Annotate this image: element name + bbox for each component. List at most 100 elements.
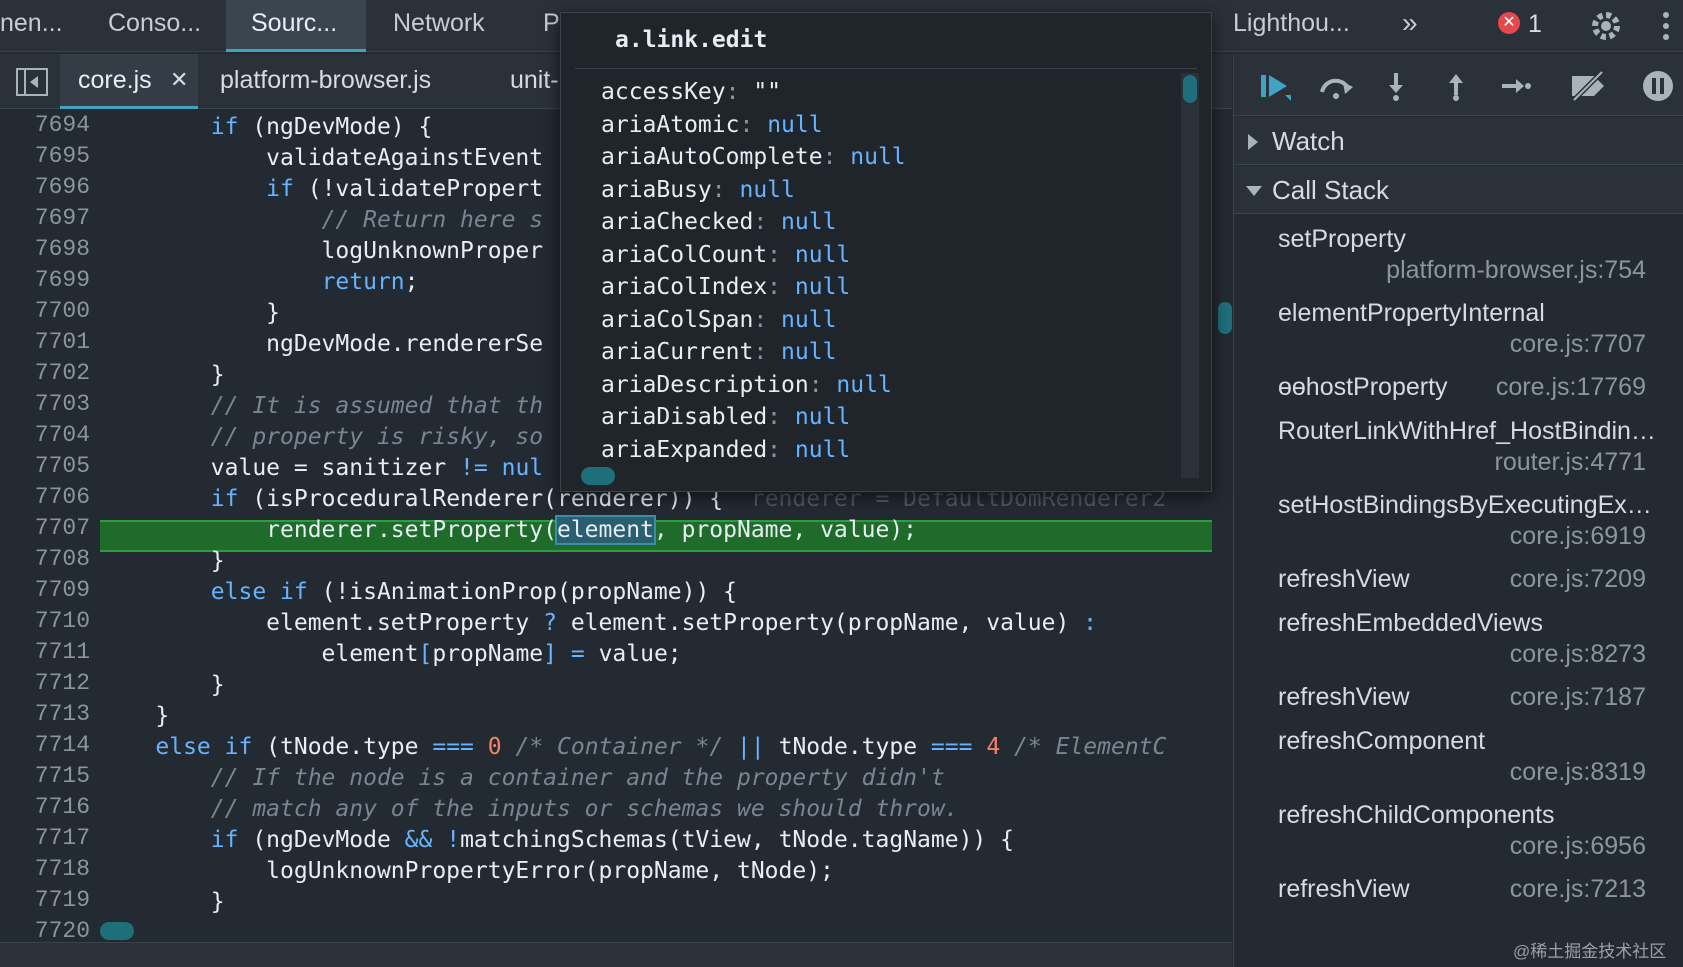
property-row[interactable]: ariaAtomic: null xyxy=(601,108,823,142)
line-number[interactable]: 7701 xyxy=(0,329,90,355)
property-row[interactable]: ariaChecked: null xyxy=(601,205,836,239)
code-line[interactable]: } xyxy=(100,701,169,732)
pause-on-exceptions-icon[interactable] xyxy=(1638,66,1678,106)
line-number[interactable]: 7710 xyxy=(0,608,90,634)
editor-scroll-thumb[interactable] xyxy=(100,922,134,940)
code-line[interactable]: } xyxy=(100,298,280,329)
line-number[interactable]: 7703 xyxy=(0,391,90,417)
code-line[interactable]: } xyxy=(100,887,225,918)
code-line[interactable]: renderer.setProperty(element, propName, … xyxy=(100,515,917,546)
line-number[interactable]: 7717 xyxy=(0,825,90,851)
line-number[interactable]: 7713 xyxy=(0,701,90,727)
frame-location[interactable]: core.js:8319 xyxy=(1510,758,1646,787)
code-line[interactable]: // property is risky, so xyxy=(100,422,543,453)
code-line[interactable]: // match any of the inputs or schemas we… xyxy=(100,794,959,825)
deactivate-breakpoints-icon[interactable] xyxy=(1568,66,1608,106)
line-number[interactable]: 7702 xyxy=(0,360,90,386)
editor-overview-marker[interactable] xyxy=(1218,302,1232,334)
property-row[interactable]: ariaColCount: null xyxy=(601,238,850,272)
call-frame[interactable]: refreshChildComponents core.js:6956 xyxy=(1234,801,1683,875)
popover-scrollbar[interactable] xyxy=(1181,73,1199,478)
call-frame[interactable]: refreshView core.js:7209 xyxy=(1234,565,1683,609)
tab-lighthouse[interactable]: Lighthou... xyxy=(1233,0,1363,52)
frame-location[interactable]: platform-browser.js:754 xyxy=(1386,256,1646,285)
frame-location[interactable]: router.js:4771 xyxy=(1495,448,1647,477)
frame-location[interactable]: core.js:7707 xyxy=(1510,330,1646,359)
line-number-gutter[interactable]: 7694 7695 7696 7697 7698 7699 7700 7701 7702 7703… xyxy=(0,110,98,942)
tab-console[interactable]: Conso... xyxy=(108,0,218,52)
code-line[interactable]: } xyxy=(100,360,225,391)
file-tab-core-js[interactable]: core.js ✕ xyxy=(60,54,198,109)
code-line[interactable]: } xyxy=(100,670,225,701)
step-out-icon[interactable] xyxy=(1436,66,1476,106)
property-row[interactable]: ariaAutoComplete: null xyxy=(601,140,906,174)
code-line[interactable]: // If the node is a container and the pr… xyxy=(100,763,945,794)
property-row[interactable]: ariaBusy: null xyxy=(601,173,795,207)
property-row[interactable]: ariaColIndex: null xyxy=(601,270,850,304)
property-row[interactable]: ariaDisabled: null xyxy=(601,400,850,434)
frame-location[interactable]: core.js:7209 xyxy=(1510,565,1646,594)
line-number[interactable]: 7706 xyxy=(0,484,90,510)
line-number[interactable]: 7711 xyxy=(0,639,90,665)
step-into-icon[interactable] xyxy=(1376,66,1416,106)
line-number[interactable]: 7707 xyxy=(0,515,90,541)
tab-sources[interactable]: Sourc... xyxy=(226,0,366,52)
code-line[interactable]: value = sanitizer != nul xyxy=(100,453,543,484)
line-number[interactable]: 7709 xyxy=(0,577,90,603)
tab-elements[interactable]: nen... xyxy=(0,0,90,52)
property-row[interactable]: ariaDescription: null xyxy=(601,368,892,402)
line-number[interactable]: 7720 xyxy=(0,918,90,942)
line-number[interactable]: 7716 xyxy=(0,794,90,820)
line-number[interactable]: 7696 xyxy=(0,174,90,200)
code-line[interactable]: else if (tNode.type === 0 /* Container *… xyxy=(100,732,1166,763)
call-frame[interactable]: setProperty platform-browser.js:754 xyxy=(1234,225,1683,299)
property-row[interactable]: ariaExpanded: null xyxy=(601,433,850,467)
line-number[interactable]: 7700 xyxy=(0,298,90,324)
code-line[interactable]: if (ngDevMode && !matchingSchemas(tView,… xyxy=(100,825,1014,856)
line-number[interactable]: 7714 xyxy=(0,732,90,758)
more-tabs-button[interactable]: » xyxy=(1402,0,1432,52)
frame-location[interactable]: core.js:6956 xyxy=(1510,832,1646,861)
property-list[interactable]: accessKey: "" ariaAtomic: null ariaAutoCom… xyxy=(561,73,1181,478)
tab-network[interactable]: Network xyxy=(393,0,503,52)
frame-location[interactable]: core.js:7187 xyxy=(1510,683,1646,712)
line-number[interactable]: 7695 xyxy=(0,143,90,169)
call-frame[interactable]: refreshView core.js:7213 xyxy=(1234,875,1683,919)
code-line[interactable]: logUnknownProper xyxy=(100,236,544,267)
line-number[interactable]: 7712 xyxy=(0,670,90,696)
property-row[interactable]: accessKey: "" xyxy=(601,75,781,109)
code-line[interactable]: return; xyxy=(100,267,419,298)
code-line[interactable]: if (!validatePropert xyxy=(100,174,543,205)
call-frame[interactable]: refreshEmbeddedViews core.js:8273 xyxy=(1234,609,1683,683)
code-line[interactable]: ngDevMode.rendererSe xyxy=(100,329,543,360)
callstack-section-header[interactable]: Call Stack xyxy=(1234,166,1683,214)
code-line[interactable]: // Return here s xyxy=(100,205,544,236)
property-row[interactable]: ariaCurrent: null xyxy=(601,335,836,369)
error-counter[interactable]: ✕ 1 xyxy=(1496,0,1546,52)
close-icon[interactable]: ✕ xyxy=(170,54,188,106)
frame-location[interactable]: core.js:6919 xyxy=(1510,522,1646,551)
frame-location[interactable]: core.js:7213 xyxy=(1510,875,1646,904)
line-number[interactable]: 7698 xyxy=(0,236,90,262)
frame-location[interactable]: core.js:8273 xyxy=(1510,640,1646,669)
line-number[interactable]: 7719 xyxy=(0,887,90,913)
code-line[interactable]: logUnknownPropertyError(propName, tNode)… xyxy=(100,856,834,887)
watch-section-header[interactable]: Watch xyxy=(1234,117,1683,165)
file-tab-platform-browser-js[interactable]: platform-browser.js xyxy=(220,54,460,109)
call-frame[interactable]: refreshComponent core.js:8319 xyxy=(1234,727,1683,801)
code-line[interactable]: if (ngDevMode) { xyxy=(100,112,433,143)
line-number[interactable]: 7708 xyxy=(0,546,90,572)
line-number[interactable]: 7704 xyxy=(0,422,90,448)
code-line[interactable]: element[propName] = value; xyxy=(100,639,682,670)
call-frame[interactable]: setHostBindingsByExecutingEx… core.js:691… xyxy=(1234,491,1683,565)
settings-gear-icon[interactable] xyxy=(1588,8,1624,44)
popover-hscroll-thumb[interactable] xyxy=(581,467,615,485)
line-number[interactable]: 7694 xyxy=(0,112,90,138)
call-frame[interactable]: elementPropertyInternal core.js:7707 xyxy=(1234,299,1683,373)
step-icon[interactable] xyxy=(1496,66,1536,106)
more-options-icon[interactable] xyxy=(1660,10,1672,42)
line-number[interactable]: 7705 xyxy=(0,453,90,479)
line-number[interactable]: 7715 xyxy=(0,763,90,789)
call-frame[interactable]: RouterLinkWithHref_HostBindin… router.js:… xyxy=(1234,417,1683,491)
line-number[interactable]: 7697 xyxy=(0,205,90,231)
